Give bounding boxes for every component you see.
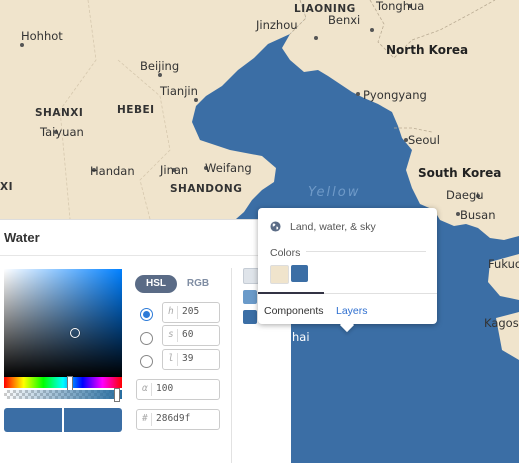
style-editor-panel: Water HSL RGB h 205 s 60 l 39 α 100 # 28…	[0, 219, 291, 463]
map-label-shandong: SHANDONG	[170, 183, 243, 195]
saturation-field-value: 60	[182, 329, 194, 340]
map-label-yellow-sea: Yellow	[308, 185, 361, 200]
hue-field[interactable]: h 205	[162, 302, 220, 323]
map-label-tonghua: Tonghua	[376, 0, 425, 13]
previous-color-swatch[interactable]	[4, 408, 62, 432]
alpha-slider[interactable]	[4, 390, 122, 399]
current-color-swatch[interactable]	[64, 408, 122, 432]
colors-label: Colors	[270, 247, 301, 259]
map-label-jinzhou: Jinzhou	[256, 18, 298, 32]
hex-field-value: 286d9f	[156, 413, 191, 424]
map-label-fukuoka: Fukuo	[488, 257, 519, 271]
map-label-benxi: Benxi	[328, 13, 361, 27]
tab-rgb[interactable]: RGB	[185, 275, 211, 293]
color-chip-dark[interactable]	[243, 310, 257, 324]
map-label-shanxi: SHANXI	[35, 107, 84, 119]
map-label-beijing: Beijing	[140, 59, 180, 73]
saturation-lightness-picker[interactable]	[4, 269, 122, 377]
map-label-weifang: Weifang	[205, 161, 252, 175]
radio-hue[interactable]	[140, 308, 153, 321]
map-label-shanghai: hai	[292, 330, 310, 344]
hue-field-label: h	[168, 306, 174, 317]
map-label-daegu: Daegu	[446, 188, 484, 202]
hue-slider[interactable]	[4, 377, 122, 388]
map-label-busan: Busan	[460, 208, 496, 222]
alpha-field-value: 100	[156, 383, 174, 394]
divider	[306, 251, 426, 252]
saturation-field[interactable]: s 60	[162, 325, 220, 346]
globe-icon	[270, 221, 281, 232]
hue-field-value: 205	[182, 306, 200, 317]
alpha-field-label: α	[142, 383, 148, 394]
panel-title: Water	[4, 230, 40, 245]
map-label-hebei: HEBEI	[117, 104, 155, 116]
map-label-handan: Handan	[90, 164, 135, 178]
alpha-slider-handle[interactable]	[114, 388, 120, 402]
active-tab-indicator	[258, 292, 324, 294]
color-chip-mid[interactable]	[243, 290, 257, 304]
divider	[231, 268, 232, 463]
map-label-south-korea: South Korea	[418, 166, 502, 180]
lightness-field[interactable]: l 39	[162, 349, 220, 370]
color-picker-handle[interactable]	[70, 328, 80, 338]
map-label-taiyuan: Taiyuan	[40, 125, 84, 139]
land-water-sky-popover: Land, water, & sky Colors Components Lay…	[258, 208, 437, 333]
popover-title: Land, water, & sky	[290, 221, 376, 233]
lightness-field-label: l	[168, 353, 174, 364]
map-label-pyongyang: Pyongyang	[363, 88, 427, 102]
map-label-tianjin: Tianjin	[160, 84, 198, 98]
hex-field-label: #	[142, 413, 148, 424]
color-chip-light[interactable]	[243, 268, 259, 284]
saturation-field-label: s	[168, 329, 174, 340]
map-label-hohhot: Hohhot	[21, 29, 63, 43]
map-label-jinan: Jinan	[160, 163, 189, 177]
radio-saturation[interactable]	[140, 332, 153, 345]
hue-slider-handle[interactable]	[67, 376, 73, 391]
lightness-field-value: 39	[182, 353, 194, 364]
map-label-kagoshima: Kagosh	[484, 316, 519, 330]
hex-field[interactable]: # 286d9f	[136, 409, 220, 430]
map-label-seoul: Seoul	[408, 133, 440, 147]
alpha-field[interactable]: α 100	[136, 379, 220, 400]
map-label-xi: XI	[0, 181, 14, 193]
tab-components[interactable]: Components	[264, 305, 324, 317]
water-color-swatch[interactable]	[291, 265, 308, 282]
tab-hsl[interactable]: HSL	[135, 275, 177, 293]
land-color-swatch[interactable]	[270, 265, 289, 284]
tab-layers[interactable]: Layers	[336, 305, 368, 317]
divider	[0, 255, 291, 256]
radio-lightness[interactable]	[140, 355, 153, 368]
map-label-north-korea: North Korea	[386, 43, 469, 57]
